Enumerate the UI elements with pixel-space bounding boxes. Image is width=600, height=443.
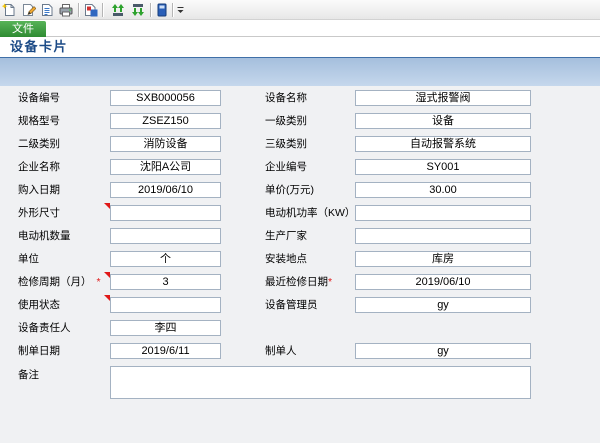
page-title: 设备卡片 — [10, 39, 69, 54]
remarks-label: 备注 — [18, 369, 39, 381]
printer-icon[interactable] — [59, 3, 73, 17]
install-location-label: 安装地点 — [265, 253, 307, 265]
toolbar — [0, 0, 600, 20]
toolbar-separator — [102, 3, 104, 17]
spec-model-label: 规格型号 — [18, 115, 60, 127]
required-asterisk: * — [96, 276, 101, 288]
maintenance-cycle-field[interactable]: 3 — [110, 274, 221, 290]
motor-power-field[interactable] — [355, 205, 531, 221]
maintenance-cycle-label-text: 检修周期（月） — [18, 276, 92, 288]
category-level2-field[interactable]: 消防设备 — [110, 136, 221, 152]
dropdown-arrow-icon[interactable] — [177, 3, 184, 17]
motor-count-field[interactable] — [110, 228, 221, 244]
category-level1-label: 一级类别 — [265, 115, 307, 127]
form-row: 外形尺寸 电动机功率（KW） — [0, 203, 600, 228]
form-row: 单位 个 安装地点 库房 — [0, 251, 600, 274]
form-row: 检修周期（月） * 3 最近检修日期* 2019/06/10 — [0, 272, 600, 297]
usage-status-label: 使用状态 — [18, 299, 60, 311]
usage-status-field[interactable] — [110, 297, 221, 313]
unit-price-field[interactable]: 30.00 — [355, 182, 531, 198]
unit-label: 单位 — [18, 253, 39, 265]
required-asterisk: * — [328, 276, 333, 288]
company-code-label: 企业编号 — [265, 161, 307, 173]
form-row: 购入日期 2019/06/10 单价(万元) 30.00 — [0, 182, 600, 205]
last-maintenance-date-field[interactable]: 2019/06/10 — [355, 274, 531, 290]
form-row: 二级类别 消防设备 三级类别 自动报警系统 — [0, 136, 600, 159]
toolbar-separator — [78, 3, 80, 17]
purchase-date-field[interactable]: 2019/06/10 — [110, 182, 221, 198]
creator-field[interactable]: gy — [355, 343, 531, 359]
remarks-textarea[interactable] — [110, 366, 531, 399]
responsible-person-label: 设备责任人 — [18, 322, 71, 334]
category-level1-field[interactable]: 设备 — [355, 113, 531, 129]
spec-model-field[interactable]: ZSEZ150 — [110, 113, 221, 129]
unit-price-label: 单价(万元) — [265, 184, 314, 196]
equipment-code-label: 设备编号 — [18, 92, 60, 104]
blue-book-icon[interactable] — [155, 3, 169, 17]
form-row: 电动机数量 生产厂家 — [0, 228, 600, 251]
equipment-code-field[interactable]: SXB000056 — [110, 90, 221, 106]
created-date-label: 制单日期 — [18, 345, 60, 357]
form-row: 设备责任人 李四 — [0, 320, 600, 343]
title-bar: 设备卡片 — [0, 37, 600, 58]
document-icon[interactable] — [40, 3, 54, 17]
category-level3-field[interactable]: 自动报警系统 — [355, 136, 531, 152]
manufacturer-field[interactable] — [355, 228, 531, 244]
unit-field[interactable]: 个 — [110, 251, 221, 267]
toolbar-separator — [172, 3, 174, 17]
header-band — [0, 58, 600, 86]
form-row: 使用状态 设备管理员 gy — [0, 295, 600, 320]
dimensions-label: 外形尺寸 — [18, 207, 60, 219]
motor-count-label: 电动机数量 — [18, 230, 71, 242]
last-maintenance-date-label-text: 最近检修日期 — [265, 276, 328, 288]
motor-power-label: 电动机功率（KW） — [265, 207, 356, 219]
dimensions-field[interactable] — [110, 205, 221, 221]
toolbar-separator — [150, 3, 152, 17]
equipment-admin-field[interactable]: gy — [355, 297, 531, 313]
form-row: 备注 — [0, 366, 600, 400]
edit-pencil-icon[interactable] — [22, 3, 36, 17]
purchase-date-label: 购入日期 — [18, 184, 60, 196]
file-menu-tab[interactable]: 文件 — [0, 21, 46, 37]
export-document-icon[interactable] — [84, 3, 98, 17]
green-arrows-down-icon[interactable] — [131, 3, 145, 17]
form-row: 规格型号 ZSEZ150 一级类别 设备 — [0, 113, 600, 136]
company-name-label: 企业名称 — [18, 161, 60, 173]
green-arrows-up-icon[interactable] — [111, 3, 125, 17]
last-maintenance-date-label: 最近检修日期* — [265, 274, 332, 290]
equipment-admin-label: 设备管理员 — [265, 299, 318, 311]
equipment-name-field[interactable]: 湿式报警阀 — [355, 90, 531, 106]
new-document-icon[interactable] — [2, 3, 16, 17]
category-level3-label: 三级类别 — [265, 138, 307, 150]
form-row: 制单日期 2019/6/11 制单人 gy — [0, 343, 600, 366]
company-name-field[interactable]: 沈阳A公司 — [110, 159, 221, 175]
responsible-person-field[interactable]: 李四 — [110, 320, 221, 336]
manufacturer-label: 生产厂家 — [265, 230, 307, 242]
form-row: 设备编号 SXB000056 设备名称 湿式报警阀 — [0, 90, 600, 113]
creator-label: 制单人 — [265, 345, 297, 357]
created-date-field[interactable]: 2019/6/11 — [110, 343, 221, 359]
company-code-field[interactable]: SY001 — [355, 159, 531, 175]
maintenance-cycle-label: 检修周期（月） * — [18, 274, 101, 290]
category-level2-label: 二级类别 — [18, 138, 60, 150]
menu-tab-strip: 文件 — [0, 20, 600, 37]
form-row: 企业名称 沈阳A公司 企业编号 SY001 — [0, 159, 600, 182]
equipment-card-form: 设备编号 SXB000056 设备名称 湿式报警阀 规格型号 ZSEZ150 一… — [0, 90, 600, 400]
install-location-field[interactable]: 库房 — [355, 251, 531, 267]
equipment-name-label: 设备名称 — [265, 92, 307, 104]
